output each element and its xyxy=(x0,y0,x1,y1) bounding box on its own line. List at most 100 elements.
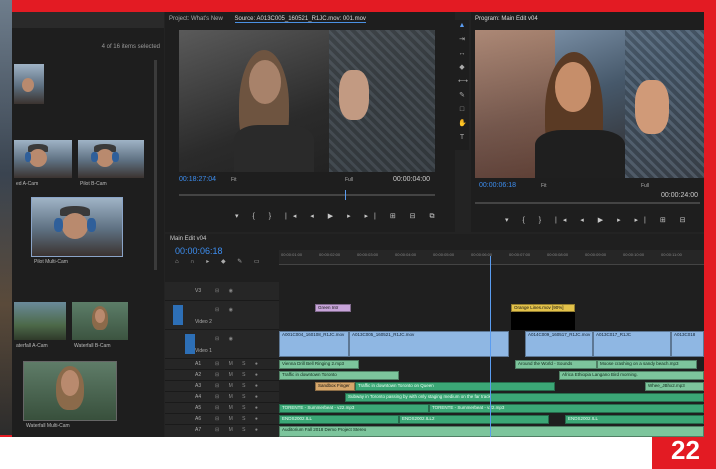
track-controls[interactable]: ⊟ ◉ xyxy=(215,307,237,313)
source-playhead[interactable] xyxy=(345,190,346,200)
track-select-icon[interactable]: ⇥ xyxy=(458,36,466,44)
ruler-tick: 00:00:04:00 xyxy=(395,252,417,257)
track-name: A2 xyxy=(195,372,202,378)
project-item-thumbnail[interactable]: ed A-Cam xyxy=(14,140,72,187)
project-scrollbar[interactable] xyxy=(154,60,157,270)
track-name: A5 xyxy=(195,405,202,411)
source-transport-controls[interactable]: ▾ { } |◂ ◂ ▶ ▸ ▸| ⊞ ⊟ ⧉ xyxy=(235,212,440,221)
hand-icon[interactable]: ✋ xyxy=(458,120,467,128)
project-item-thumbnail[interactable]: Waterfall B-Cam xyxy=(72,302,128,349)
rect-icon[interactable]: □ xyxy=(458,106,466,114)
track-controls[interactable]: ⊟ M S ● xyxy=(215,405,262,411)
ruler-tick: 00:00:03:00 xyxy=(357,252,379,257)
timeline-clip[interactable]: Orange Lines.mov [90%] xyxy=(511,304,575,312)
project-item-thumbnail[interactable] xyxy=(14,64,44,104)
project-item-thumbnail[interactable]: Pilot B-Cam xyxy=(78,140,144,187)
left-background-photo xyxy=(0,0,12,435)
track-header-v3[interactable]: V3 ⊟ ◉ xyxy=(165,282,279,301)
timeline-ruler[interactable]: 00:00:01:00 00:00:02:00 00:00:03:00 00:0… xyxy=(279,250,704,265)
timeline-timecode[interactable]: 00:00:06:18 xyxy=(175,246,223,256)
track-header-a2[interactable]: A2 ⊟ M S ● xyxy=(165,370,279,381)
track-header-a7[interactable]: A7 ⊟ M S ● xyxy=(165,425,279,437)
timeline-tool-icons[interactable]: ⌂ ∩ ▸ ◆ ✎ ▭ xyxy=(175,258,265,265)
timeline-clip[interactable]: Traffic in downtown Toronto on Queen xyxy=(355,382,555,391)
track-name: Video 1 xyxy=(195,348,212,354)
timeline-clip[interactable]: Auditorium Fall 2018 Demo Project Stereo xyxy=(279,426,704,437)
sequence-tab[interactable]: Main Edit v04 xyxy=(170,236,206,242)
ruler-tick: 00:00:02:00 xyxy=(319,252,341,257)
program-timecode[interactable]: 00:00:06:18 xyxy=(479,182,516,189)
program-video-frame xyxy=(475,30,704,178)
slip-icon[interactable]: ⟷ xyxy=(458,78,468,86)
source-timecode[interactable]: 00:18:27:04 xyxy=(179,176,216,183)
razor-icon[interactable]: ◆ xyxy=(458,64,466,72)
pen-icon[interactable]: ✎ xyxy=(458,92,466,100)
ruler-tick: 00:00:11:00 xyxy=(661,252,682,257)
timeline-clip[interactable]: Africa Ethiopia Langano Bird morning. xyxy=(559,371,704,380)
track-header-a1[interactable]: A1 ⊟ M S ● xyxy=(165,359,279,370)
timeline-clip[interactable]: A013C018 xyxy=(671,331,704,357)
program-monitor-tabs: Program: Main Edit v04 xyxy=(475,16,538,22)
timeline-panel: Main Edit v04 00:00:06:18 ⌂ ∩ ▸ ◆ ✎ ▭ 00… xyxy=(165,234,704,437)
project-item-thumbnail[interactable]: Waterfall Multi-Cam xyxy=(23,361,117,429)
track-header-a5[interactable]: A5 ⊟ M S ● xyxy=(165,403,279,414)
timeline-clip[interactable]: TORENTE - Summerbeat - v22.mp3 xyxy=(279,404,429,413)
track-header-v1[interactable]: Video 1 ⊟ ◉ xyxy=(165,330,279,359)
track-header-v2[interactable]: Video 2 ⊟ ◉ xyxy=(165,301,279,330)
timeline-clip[interactable]: TORENTE - Summerbeat - v22.mp3 xyxy=(429,404,704,413)
timeline-playhead[interactable] xyxy=(490,256,491,437)
tab-project[interactable]: Project: What's New xyxy=(169,16,223,22)
ruler-tick: 00:00:01:00 xyxy=(281,252,303,257)
tab-source[interactable]: Source: A013C005_160521_R1JC.mov: 001.mo… xyxy=(234,16,366,23)
timeline-clip[interactable]: ENDS2002.ILL xyxy=(279,415,399,424)
project-item-thumbnail-selected[interactable]: Pilot Multi-Cam xyxy=(31,197,123,265)
timeline-clip[interactable]: Green Intr xyxy=(315,304,351,312)
track-controls[interactable]: ⊟ ◉ xyxy=(215,288,237,294)
project-item-label: Pilot Multi-Cam xyxy=(34,259,68,265)
timeline-clip[interactable]: Subway in Toronto passing by with only s… xyxy=(345,393,704,402)
program-transport-controls[interactable]: ▾ { } |◂ ◂ ▶ ▸ ▸| ⊞ ⊟ xyxy=(505,216,692,224)
track-controls[interactable]: ⊟ ◉ xyxy=(215,336,237,342)
ripple-icon[interactable]: ↔ xyxy=(458,50,466,58)
project-item-label: Waterfall B-Cam xyxy=(74,343,111,349)
track-header-a3[interactable]: A3 ⊟ M S ● xyxy=(165,381,279,392)
timeline-clip[interactable]: Whee_JBhx2.mp3 xyxy=(645,382,704,391)
track-controls[interactable]: ⊟ M S ● xyxy=(215,372,262,378)
track-header-a4[interactable]: A4 ⊟ M S ● xyxy=(165,392,279,403)
project-item-label: aterfall A-Cam xyxy=(16,343,48,349)
timeline-clip[interactable]: A013C005_160521_R1JC.mov xyxy=(349,331,509,357)
type-icon[interactable]: T xyxy=(458,134,466,142)
project-panel: 4 of 16 items selected ed A-Cam Pilot B-… xyxy=(12,12,164,437)
timeline-clip[interactable]: ENDS2002.ILL2 xyxy=(399,415,549,424)
track-name: V3 xyxy=(195,288,202,294)
source-scrubber[interactable] xyxy=(179,194,435,196)
timeline-clip[interactable]: Moose crashing on a sandy beach.mp3 xyxy=(597,360,697,369)
timeline-clip[interactable]: Traffic in downtown Toronto xyxy=(279,371,399,380)
ruler-tick: 00:00:07:00 xyxy=(509,252,531,257)
source-quality-dropdown[interactable]: Full xyxy=(345,177,353,183)
timeline-clip[interactable]: Vienna Drill Bell Ringing 2.mp3 xyxy=(279,360,359,369)
track-controls[interactable]: ⊟ M S ● xyxy=(215,383,262,389)
program-scrubber[interactable] xyxy=(475,202,700,204)
project-item-thumbnail[interactable]: aterfall A-Cam xyxy=(14,302,66,349)
track-controls[interactable]: ⊟ M S ● xyxy=(215,427,262,433)
track-header-a6[interactable]: A6 ⊟ M S ● xyxy=(165,414,279,425)
source-monitor-tabs: Project: What's New Source: A013C005_160… xyxy=(169,16,366,23)
track-controls[interactable]: ⊟ M S ● xyxy=(215,416,262,422)
track-controls[interactable]: ⊟ M S ● xyxy=(215,361,262,367)
timeline-clip[interactable]: A013C017_R1JC xyxy=(593,331,671,357)
select-icon[interactable]: ▲ xyxy=(458,22,466,30)
track-controls[interactable]: ⊟ M S ● xyxy=(215,394,262,400)
timeline-clip[interactable]: A014C009_160517_R1JC.mov xyxy=(525,331,593,357)
source-fit-dropdown[interactable]: Fit xyxy=(231,177,237,183)
timeline-clip[interactable]: A001C004_160108_R1JC.mov xyxy=(279,331,349,357)
tab-program[interactable]: Program: Main Edit v04 xyxy=(475,16,538,22)
program-quality-dropdown[interactable]: Full xyxy=(641,183,649,189)
project-panel-header xyxy=(12,12,164,28)
timeline-clip[interactable]: ENDS2002.ILL xyxy=(565,415,704,424)
timeline-clip[interactable]: Sandbox Finger xyxy=(315,382,355,391)
timeline-clip[interactable]: Around the World - Sounds xyxy=(515,360,597,369)
page-number-badge: 22 xyxy=(655,432,716,469)
program-fit-dropdown[interactable]: Fit xyxy=(541,183,547,189)
project-item-label: Waterfall Multi-Cam xyxy=(26,423,70,429)
